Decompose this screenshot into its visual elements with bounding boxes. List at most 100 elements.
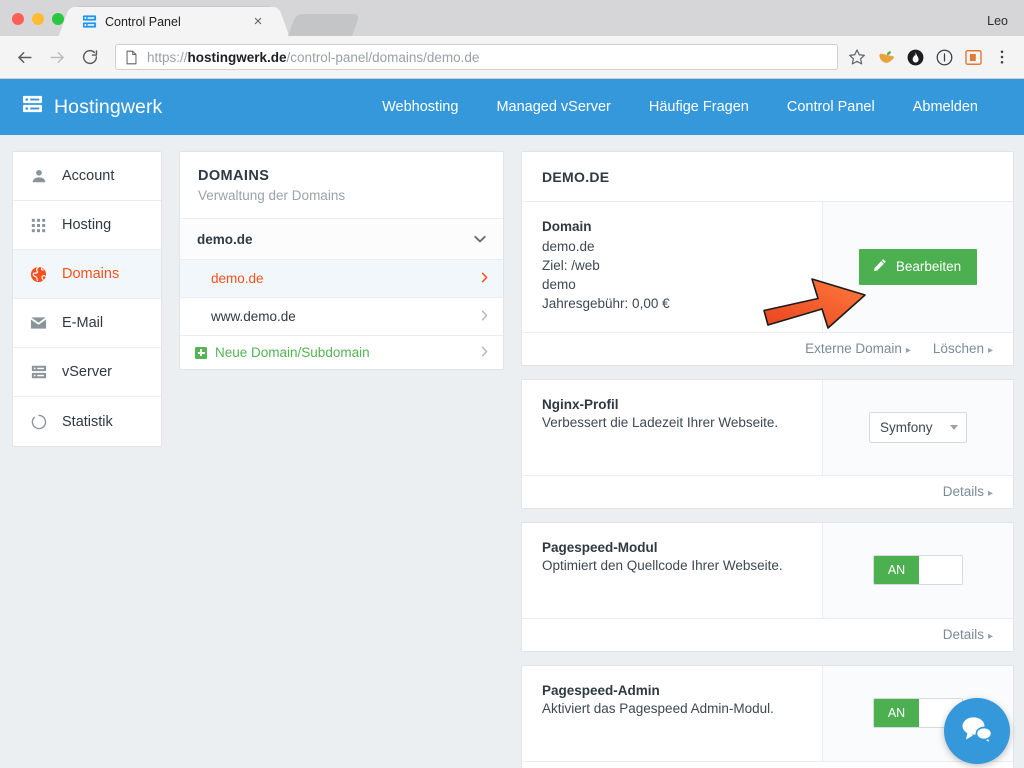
domain-user-value: demo bbox=[542, 277, 576, 293]
profile-name[interactable]: Leo bbox=[987, 14, 1008, 28]
pagespeed-admin-body: Pagespeed-Admin Aktiviert das Pagespeed … bbox=[522, 665, 1013, 761]
nginx-profile-select[interactable]: Symfony bbox=[869, 411, 967, 443]
nav-link-managed-vserver[interactable]: Managed vServer bbox=[496, 99, 610, 115]
sidebar-item-email[interactable]: E-Mail bbox=[13, 299, 161, 348]
url-scheme: https:// bbox=[147, 49, 188, 65]
background-tab[interactable] bbox=[287, 14, 361, 36]
minimize-window-button[interactable] bbox=[32, 13, 44, 25]
nav-link-control-panel[interactable]: Control Panel bbox=[787, 99, 875, 115]
address-bar[interactable]: https://hostingwerk.de/control-panel/dom… bbox=[115, 44, 838, 70]
domains-panel-subtitle: Verwaltung der Domains bbox=[198, 188, 346, 203]
sidebar-item-domains[interactable]: Domains bbox=[13, 250, 161, 299]
domain-card: DEMO.DE Domain demo.de Ziel: /web demo J… bbox=[521, 151, 1014, 366]
brand-name: Hostingwerk bbox=[54, 95, 163, 118]
pagespeed-admin-footer: Neues Passwort▸ Details▸ bbox=[522, 760, 1013, 768]
nginx-label: Nginx-Profil bbox=[542, 396, 619, 412]
chart-circle-icon bbox=[30, 413, 47, 430]
domain-row-www-demo-de[interactable]: www.demo.de bbox=[180, 298, 503, 336]
extension-pocket-icon[interactable] bbox=[876, 47, 896, 67]
new-domain-label: Neue Domain/Subdomain bbox=[215, 345, 370, 360]
server-icon bbox=[30, 364, 47, 381]
nav-links: Webhosting Managed vServer Häufige Frage… bbox=[382, 99, 1002, 115]
domain-fee-value: Jahresgebühr: 0,00 € bbox=[542, 296, 670, 312]
nginx-card-body: Nginx-Profil Verbessert die Ladezeit Ihr… bbox=[522, 379, 1013, 475]
pagespeed-module-card: Pagespeed-Modul Optimiert den Quellcode … bbox=[521, 521, 1014, 652]
toggle-off-area bbox=[919, 556, 962, 585]
reload-icon[interactable] bbox=[76, 43, 104, 71]
chevron-right-icon bbox=[481, 346, 488, 360]
extension-flame-icon[interactable] bbox=[905, 47, 925, 67]
caret-right-icon: ▸ bbox=[987, 344, 993, 356]
menu-kebab-icon[interactable] bbox=[992, 47, 1012, 67]
pagespeed-module-description: Optimiert den Quellcode Ihrer Webseite. bbox=[542, 557, 783, 573]
sidebar-item-statistik[interactable]: Statistik bbox=[13, 397, 161, 446]
external-domain-label: Externe Domain bbox=[805, 340, 902, 356]
sidebar-item-label: Hosting bbox=[62, 217, 112, 233]
domain-card-action: Bearbeiten bbox=[823, 202, 1013, 332]
pagespeed-module-toggle[interactable]: AN bbox=[873, 555, 963, 586]
details-label: Details bbox=[942, 626, 984, 642]
domains-panel: DOMAINS Verwaltung der Domains demo.de d… bbox=[179, 151, 504, 370]
domain-target-value: Ziel: /web bbox=[542, 258, 600, 274]
page-document-icon bbox=[125, 50, 138, 65]
globe-icon bbox=[30, 266, 47, 283]
nginx-profile-card: Nginx-Profil Verbessert die Ladezeit Ihr… bbox=[521, 378, 1014, 509]
pagespeed-module-action: AN bbox=[823, 522, 1013, 618]
sidebar-item-label: Statistik bbox=[62, 413, 113, 430]
domain-row-label: www.demo.de bbox=[211, 309, 296, 324]
chat-bubbles-icon bbox=[960, 714, 994, 749]
domain-group-header[interactable]: demo.de bbox=[180, 219, 503, 260]
caret-right-icon: ▸ bbox=[987, 487, 993, 499]
chevron-right-icon bbox=[481, 310, 488, 324]
site-top-navigation: Hostingwerk Webhosting Managed vServer H… bbox=[0, 79, 1024, 135]
browser-tab[interactable]: Control Panel × bbox=[74, 7, 274, 36]
delete-link[interactable]: Löschen ▸ bbox=[933, 341, 993, 356]
nginx-profile-value: Symfony bbox=[880, 419, 933, 435]
nav-link-webhosting[interactable]: Webhosting bbox=[382, 99, 458, 115]
chat-widget-button[interactable] bbox=[944, 698, 1010, 764]
sidebar-item-label: E-Mail bbox=[62, 315, 104, 331]
chevron-down-icon bbox=[474, 232, 486, 246]
pencil-icon bbox=[873, 258, 887, 275]
edit-button[interactable]: Bearbeiten bbox=[858, 248, 978, 285]
envelope-icon bbox=[30, 315, 47, 332]
external-domain-link[interactable]: Externe Domain ▸ bbox=[805, 341, 911, 356]
nginx-details: Nginx-Profil Verbessert die Ladezeit Ihr… bbox=[522, 379, 823, 475]
sidebar-item-label: Account bbox=[62, 168, 115, 184]
nginx-description: Verbessert die Ladezeit Ihrer Webseite. bbox=[542, 414, 779, 430]
extension-info-icon[interactable] bbox=[934, 47, 954, 67]
server-icon bbox=[82, 14, 97, 29]
sidebar-item-account[interactable]: Account bbox=[13, 152, 161, 201]
caret-right-icon: ▸ bbox=[905, 344, 911, 356]
domains-panel-title: DOMAINS bbox=[198, 168, 270, 184]
sidebar-item-vserver[interactable]: vServer bbox=[13, 348, 161, 397]
domain-row-label: demo.de bbox=[211, 271, 264, 286]
new-domain-subdomain-button[interactable]: Neue Domain/Subdomain bbox=[180, 336, 503, 369]
close-tab-button[interactable]: × bbox=[250, 14, 266, 30]
sidebar-item-label: Domains bbox=[62, 266, 120, 282]
pagespeed-admin-details: Pagespeed-Admin Aktiviert das Pagespeed … bbox=[522, 665, 823, 761]
web-page: Hostingwerk Webhosting Managed vServer H… bbox=[0, 79, 1024, 768]
domain-card-body: Domain demo.de Ziel: /web demo Jahresgeb… bbox=[522, 202, 1013, 332]
caret-down-icon bbox=[950, 424, 958, 430]
pagespeed-admin-label: Pagespeed-Admin bbox=[542, 682, 660, 698]
toggle-on-label: AN bbox=[874, 699, 919, 728]
nginx-card-footer: Details ▸ bbox=[522, 474, 1013, 508]
nav-link-haeufige-fragen[interactable]: Häufige Fragen bbox=[649, 99, 749, 115]
url-path: /control-panel/domains/demo.de bbox=[286, 49, 480, 65]
chevron-right-icon bbox=[481, 272, 488, 286]
extension-bracket-icon[interactable] bbox=[963, 47, 983, 67]
domain-group-label: demo.de bbox=[197, 231, 253, 247]
nav-link-abmelden[interactable]: Abmelden bbox=[913, 99, 978, 115]
site-logo[interactable]: Hostingwerk bbox=[22, 94, 162, 120]
server-icon bbox=[22, 94, 43, 120]
close-window-button[interactable] bbox=[12, 13, 24, 25]
nginx-details-link[interactable]: Details ▸ bbox=[943, 484, 993, 499]
back-icon[interactable] bbox=[10, 43, 38, 71]
domain-row-demo-de[interactable]: demo.de bbox=[180, 260, 503, 298]
bookmark-star-icon[interactable] bbox=[847, 47, 867, 67]
domains-panel-header: DOMAINS Verwaltung der Domains bbox=[180, 152, 503, 219]
address-bar-url: https://hostingwerk.de/control-panel/dom… bbox=[147, 50, 479, 65]
sidebar-item-hosting[interactable]: Hosting bbox=[13, 201, 161, 250]
pagespeed-module-details-link[interactable]: Details ▸ bbox=[943, 627, 993, 642]
